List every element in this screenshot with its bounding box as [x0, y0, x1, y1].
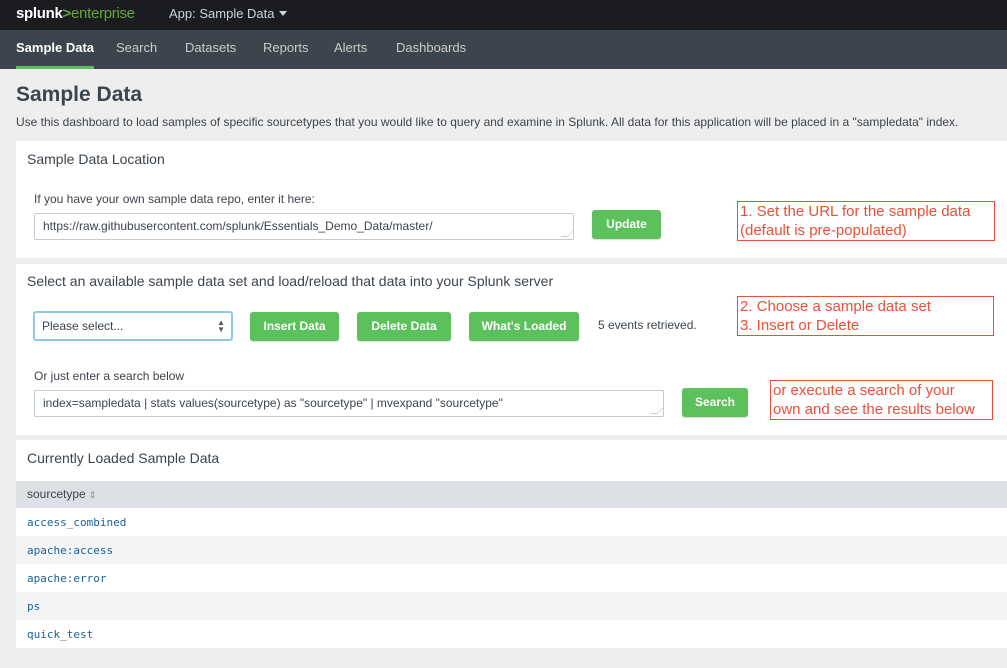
- app-menu[interactable]: App: Sample Data: [169, 6, 287, 21]
- chevron-down-icon: [278, 11, 287, 16]
- nav-item-reports[interactable]: Reports: [263, 30, 309, 69]
- delete-data-button[interactable]: Delete Data: [357, 312, 451, 341]
- annotation-set-url: 1. Set the URL for the sample data (defa…: [737, 201, 995, 241]
- sourcetype-column-header[interactable]: sourcetype ⇕: [27, 487, 96, 501]
- nav-item-dashboards[interactable]: Dashboards: [396, 30, 466, 69]
- column-label: sourcetype: [27, 487, 86, 501]
- repo-url-value: https://raw.githubusercontent.com/splunk…: [43, 219, 433, 233]
- update-button[interactable]: Update: [592, 210, 661, 239]
- sourcetype-cell[interactable]: apache:error: [27, 572, 106, 585]
- repo-url-input[interactable]: https://raw.githubusercontent.com/splunk…: [34, 213, 574, 240]
- resize-grip-icon: [650, 407, 663, 414]
- search-input[interactable]: index=sampledata | stats values(sourcety…: [34, 390, 664, 417]
- sourcetype-cell[interactable]: quick_test: [27, 628, 93, 641]
- annotation-line: (default is pre-populated): [740, 222, 907, 239]
- logo-text: splunk: [16, 5, 63, 22]
- annotation-line: or execute a search of your: [773, 382, 955, 399]
- repo-url-label: If you have your own sample data repo, e…: [34, 192, 315, 206]
- panel-title: Sample Data Location: [27, 151, 165, 167]
- sample-set-select[interactable]: Please select... ▲ ▼: [33, 311, 233, 341]
- panel-title: Select an available sample data set and …: [27, 273, 554, 289]
- table-row: ps: [16, 592, 1007, 620]
- table-header: sourcetype ⇕: [16, 481, 1007, 508]
- splunk-logo[interactable]: splunk>enterprise: [16, 5, 135, 22]
- annotation-line: 3. Insert or Delete: [740, 317, 860, 334]
- annotation-line: own and see the results below: [773, 401, 975, 418]
- app-nav-bar: Sample Data Search Datasets Reports Aler…: [0, 30, 1007, 69]
- top-bar: splunk>enterprise App: Sample Data: [0, 0, 1007, 30]
- annotation-line: 2. Choose a sample data set: [740, 298, 931, 315]
- search-label: Or just enter a search below: [34, 369, 185, 383]
- logo-suffix: enterprise: [71, 5, 135, 22]
- nav-item-search[interactable]: Search: [116, 30, 157, 69]
- search-query-value: index=sampledata | stats values(sourcety…: [43, 396, 503, 410]
- sourcetype-cell[interactable]: ps: [27, 600, 40, 613]
- table-row: apache:access: [16, 536, 1007, 564]
- search-button[interactable]: Search: [682, 388, 748, 417]
- page-description: Use this dashboard to load samples of sp…: [16, 115, 959, 129]
- events-status: 5 events retrieved.: [598, 318, 697, 332]
- sourcetype-cell[interactable]: access_combined: [27, 516, 126, 529]
- table-row: quick_test: [16, 620, 1007, 648]
- table-row: access_combined: [16, 508, 1007, 536]
- page-title: Sample Data: [16, 83, 143, 106]
- app-menu-label: App: Sample Data: [169, 6, 275, 21]
- select-value: Please select...: [42, 319, 124, 333]
- select-arrows-icon: ▲ ▼: [217, 318, 225, 334]
- insert-data-button[interactable]: Insert Data: [250, 312, 339, 341]
- table-row: apache:error: [16, 564, 1007, 592]
- nav-item-alerts[interactable]: Alerts: [334, 30, 367, 69]
- sort-icon: ⇕: [88, 490, 97, 500]
- annotation-line: 1. Set the URL for the sample data: [740, 203, 971, 220]
- sourcetype-cell[interactable]: apache:access: [27, 544, 113, 557]
- annotation-execute-search: or execute a search of your own and see …: [770, 380, 993, 420]
- annotation-choose-set: 2. Choose a sample data set 3. Insert or…: [737, 296, 994, 336]
- currently-loaded-panel: Currently Loaded Sample Data: [16, 440, 1007, 481]
- logo-chevron: >: [62, 5, 72, 22]
- whats-loaded-button[interactable]: What's Loaded: [469, 312, 579, 341]
- panel-title: Currently Loaded Sample Data: [27, 450, 220, 466]
- nav-item-datasets[interactable]: Datasets: [185, 30, 236, 69]
- resize-grip-icon: [560, 230, 573, 237]
- nav-item-sample-data[interactable]: Sample Data: [16, 30, 95, 69]
